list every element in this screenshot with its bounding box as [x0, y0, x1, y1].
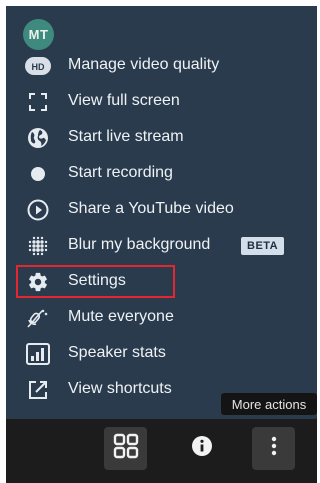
tile-view-icon	[113, 433, 139, 464]
menu-item-label: View full screen	[68, 92, 180, 109]
menu-item-label: Start recording	[68, 164, 173, 181]
info-button[interactable]	[180, 427, 223, 470]
menu-item-label: Mute everyone	[68, 308, 174, 325]
gear-icon	[23, 270, 53, 294]
globe-icon	[23, 126, 53, 150]
menu-item-label: Speaker stats	[68, 344, 166, 361]
menu-item-label: Manage video quality	[68, 56, 220, 73]
menu-item-blur-my-background[interactable]: Blur my background BETA	[6, 228, 317, 264]
meeting-window: MT HD Manage video quality View full scr…	[6, 6, 317, 483]
menu-item-label: View shortcuts	[68, 380, 172, 397]
beta-badge: BETA	[241, 237, 285, 255]
menu-item-label: Settings	[68, 272, 126, 289]
hd-icon: HD	[23, 54, 53, 78]
record-icon	[23, 162, 53, 186]
more-actions-tooltip: More actions	[221, 393, 317, 415]
fullscreen-icon	[23, 90, 53, 114]
menu-item-label: Blur my background	[68, 236, 211, 253]
menu-item-mute-everyone[interactable]: Mute everyone	[6, 300, 317, 336]
blur-icon	[23, 234, 53, 258]
menu-item-view-full-screen[interactable]: View full screen	[6, 84, 317, 120]
play-circle-icon	[23, 198, 53, 222]
external-link-icon	[23, 378, 53, 402]
info-icon	[191, 435, 213, 462]
menu-item-settings[interactable]: Settings	[6, 264, 317, 300]
menu-item-label: Start live stream	[68, 128, 184, 145]
more-actions-button[interactable]	[252, 427, 295, 470]
menu-item-share-youtube-video[interactable]: Share a YouTube video	[6, 192, 317, 228]
menu-item-start-recording[interactable]: Start recording	[6, 156, 317, 192]
tile-view-button[interactable]	[104, 427, 147, 470]
more-actions-icon	[271, 435, 277, 462]
mute-everyone-icon	[23, 306, 53, 330]
avatar[interactable]: MT	[23, 19, 54, 50]
menu-item-label: Share a YouTube video	[68, 200, 234, 217]
svg-text:HD: HD	[32, 62, 45, 72]
stats-icon	[23, 342, 53, 366]
bottom-toolbar	[6, 419, 317, 483]
menu-item-manage-video-quality[interactable]: HD Manage video quality	[6, 48, 317, 84]
menu-item-start-live-stream[interactable]: Start live stream	[6, 120, 317, 156]
more-actions-menu: MT HD Manage video quality View full scr…	[6, 6, 317, 419]
menu-item-speaker-stats[interactable]: Speaker stats	[6, 336, 317, 372]
